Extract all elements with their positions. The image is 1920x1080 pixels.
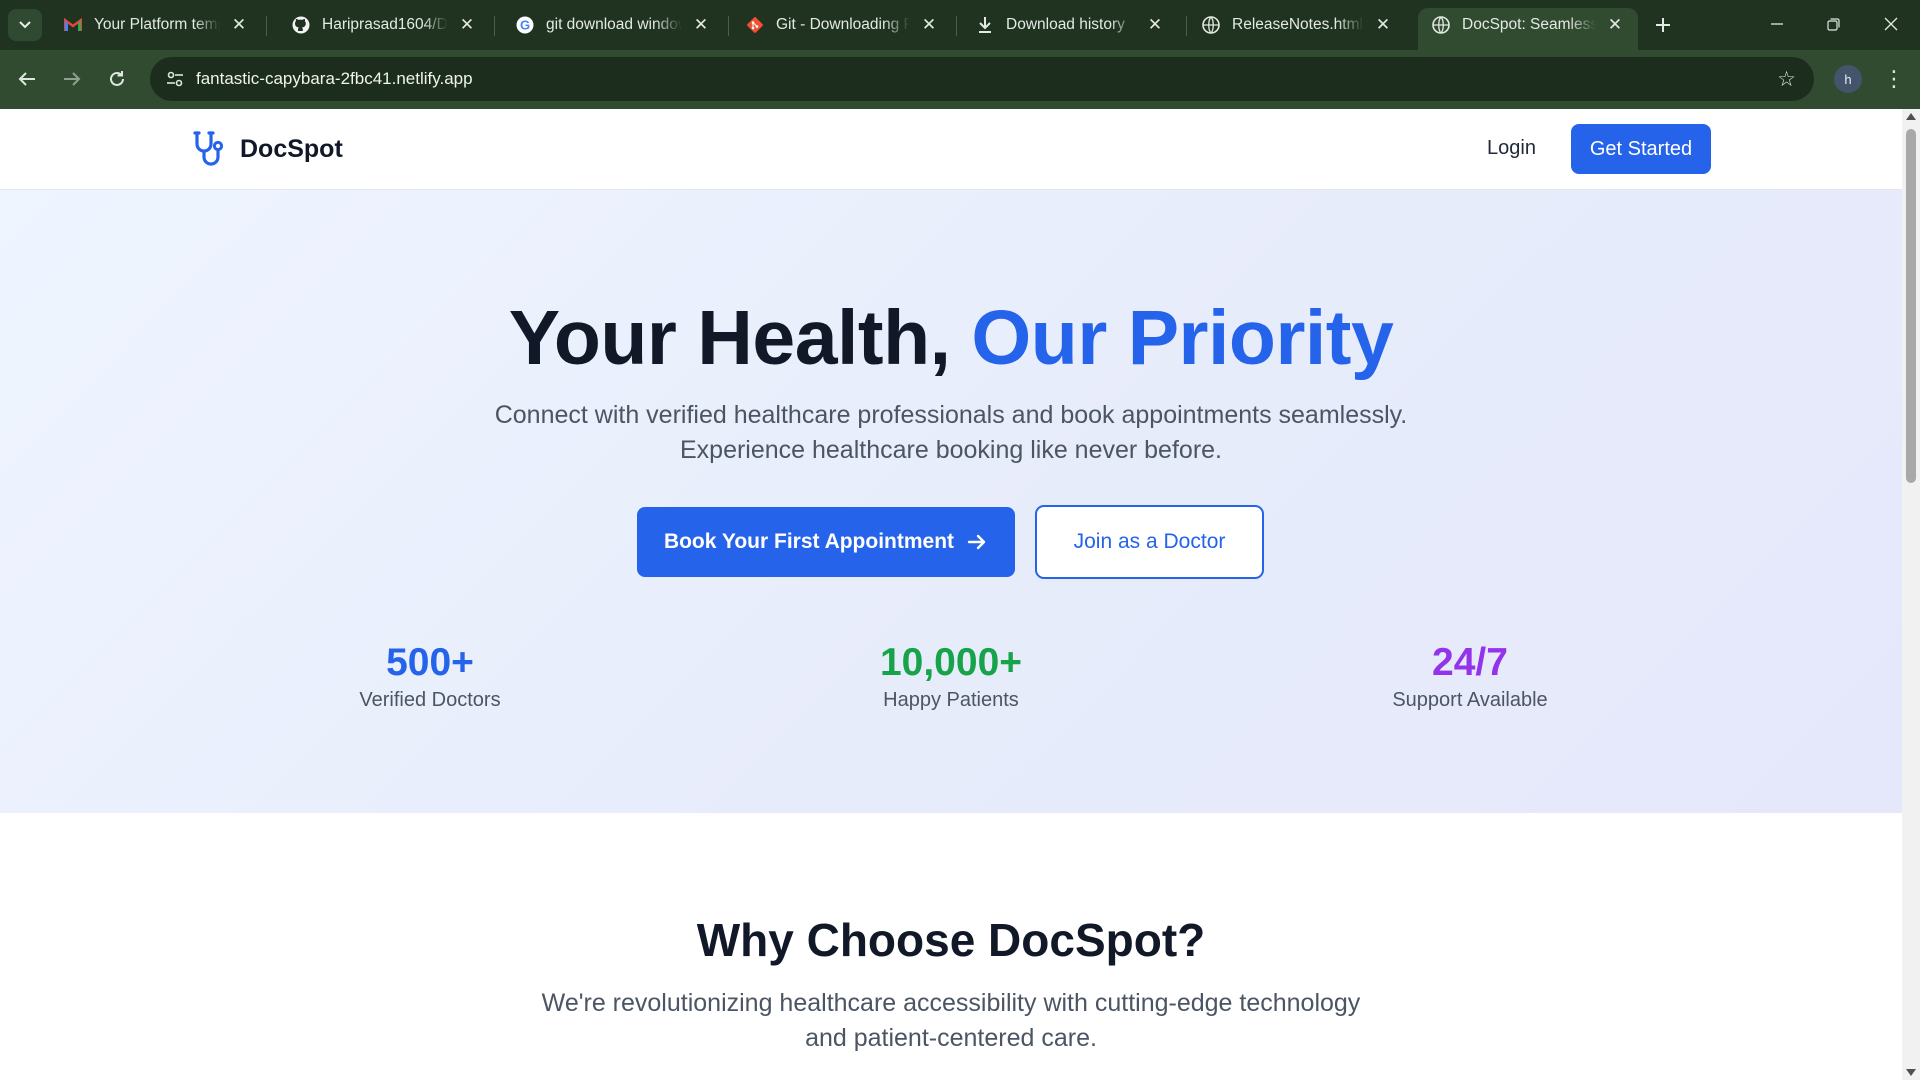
hero-title: Your Health, Our Priority [0, 294, 1902, 383]
browser-tab[interactable]: ReleaseNotes.html ✕ [1188, 8, 1406, 42]
close-tab-icon[interactable]: ✕ [918, 14, 940, 36]
stethoscope-icon [193, 131, 224, 166]
page-scrollbar[interactable] [1902, 109, 1920, 1080]
url-text[interactable]: fantastic-capybara-2fbc41.netlify.app [196, 69, 473, 89]
new-tab-button[interactable] [1650, 12, 1676, 38]
arrow-right-icon [64, 72, 81, 86]
browser-tab[interactable]: Your Platform tempo ✕ [50, 8, 262, 42]
why-subtitle-line1: We're revolutionizing healthcare accessi… [541, 989, 1361, 1017]
hero-subtitle: Connect with verified healthcare profess… [451, 398, 1451, 468]
browser-tab[interactable]: G git download window ✕ [502, 8, 724, 42]
why-subtitle-line2: and patient-centered care. [805, 1024, 1097, 1052]
back-button[interactable] [10, 62, 44, 96]
hero-section: Your Health, Our Priority Connect with v… [0, 190, 1902, 813]
profile-avatar[interactable]: h [1834, 65, 1862, 93]
browser-tab[interactable]: Download history ✕ [962, 8, 1178, 42]
stat-value: 10,000+ [879, 641, 1023, 684]
google-icon: G [516, 16, 534, 34]
stat-label: Happy Patients [883, 689, 1019, 711]
close-tab-icon[interactable]: ✕ [1144, 14, 1166, 36]
stat-support: 24/7 Support Available [1320, 641, 1620, 712]
close-window-button[interactable] [1868, 8, 1914, 40]
close-icon [1884, 17, 1898, 31]
tab-title: Your Platform tempo [94, 16, 220, 33]
brand-name: DocSpot [240, 134, 343, 163]
book-appointment-button[interactable]: Book Your First Appointment [637, 507, 1015, 577]
chevron-down-icon [19, 21, 31, 29]
scroll-down-arrow-icon[interactable] [1906, 1069, 1916, 1076]
hero-subtitle-line1: Connect with verified healthcare profess… [494, 401, 1408, 429]
tab-title: DocSpot: Seamless H [1462, 16, 1596, 33]
browser-tab-active[interactable]: DocSpot: Seamless H ✕ [1418, 8, 1638, 50]
tab-search-button[interactable] [8, 9, 42, 41]
tab-divider [728, 16, 729, 36]
book-appointment-label: Book Your First Appointment [663, 530, 955, 553]
download-icon [976, 16, 994, 34]
site-info-icon[interactable] [160, 64, 190, 94]
stat-value: 500+ [386, 641, 474, 684]
plus-icon [1656, 18, 1670, 32]
login-link[interactable]: Login [1487, 137, 1536, 160]
tab-divider [494, 16, 495, 36]
site-header: DocSpot Login Get Started [0, 109, 1902, 190]
get-started-button[interactable]: Get Started [1571, 124, 1711, 174]
tab-title: Download history [1006, 16, 1125, 33]
globe-icon [1202, 16, 1220, 34]
stat-label: Support Available [1392, 689, 1548, 711]
bookmark-star-icon[interactable]: ☆ [1777, 67, 1796, 92]
tab-title: Hariprasad1604/DOC [322, 16, 448, 33]
close-tab-icon[interactable]: ✕ [456, 14, 478, 36]
page-viewport: DocSpot Login Get Started Your Health, O… [0, 109, 1902, 1080]
hero-title-accent: Our Priority [971, 295, 1394, 381]
tab-divider [956, 16, 957, 36]
close-tab-icon[interactable]: ✕ [228, 14, 250, 36]
tab-title: git download window [546, 16, 682, 33]
reload-icon [110, 71, 124, 86]
browser-toolbar: fantastic-capybara-2fbc41.netlify.app ☆ … [0, 50, 1920, 109]
reload-button[interactable] [100, 62, 134, 96]
tab-divider [266, 16, 267, 36]
tab-title: Git - Downloading Pa [776, 16, 910, 33]
github-icon [292, 16, 310, 34]
stat-value: 24/7 [1432, 641, 1508, 684]
arrow-left-icon [18, 72, 35, 86]
git-icon [746, 16, 764, 34]
minimize-window-button[interactable] [1754, 8, 1800, 40]
close-tab-icon[interactable]: ✕ [1372, 14, 1394, 36]
restore-icon [1826, 17, 1840, 31]
why-choose-title: Why Choose DocSpot? [696, 914, 1206, 966]
close-tab-icon[interactable]: ✕ [690, 14, 712, 36]
browser-tab[interactable]: Hariprasad1604/DOC ✕ [278, 8, 490, 42]
stat-label: Verified Doctors [359, 689, 501, 711]
browser-tab-bar: Your Platform tempo ✕ Hariprasad1604/DOC… [0, 0, 1920, 50]
brand-logo-link[interactable]: DocSpot [190, 129, 343, 169]
close-tab-icon[interactable]: ✕ [1604, 14, 1626, 36]
restore-window-button[interactable] [1810, 8, 1856, 40]
why-choose-subtitle: We're revolutionizing healthcare accessi… [451, 986, 1451, 1056]
tab-divider [1186, 16, 1187, 36]
minimize-icon [1771, 23, 1783, 25]
arrow-right-icon [967, 534, 986, 550]
scroll-up-arrow-icon[interactable] [1906, 113, 1916, 120]
forward-button[interactable] [55, 62, 89, 96]
browser-tab[interactable]: Git - Downloading Pa ✕ [732, 8, 952, 42]
stat-happy-patients: 10,000+ Happy Patients [801, 641, 1101, 712]
hero-subtitle-line2: Experience healthcare booking like never… [679, 436, 1222, 464]
hero-title-main: Your Health, [508, 295, 951, 381]
address-bar[interactable]: fantastic-capybara-2fbc41.netlify.app ☆ [150, 57, 1814, 101]
globe-icon [1432, 16, 1450, 34]
gmail-icon [64, 16, 82, 34]
svg-text:G: G [520, 18, 530, 33]
scrollbar-thumb[interactable] [1906, 129, 1916, 483]
browser-menu-icon[interactable]: ⋮ [1880, 64, 1908, 94]
tab-title: ReleaseNotes.html [1232, 16, 1363, 33]
join-as-doctor-button[interactable]: Join as a Doctor [1035, 505, 1264, 579]
stat-verified-doctors: 500+ Verified Doctors [280, 641, 580, 712]
